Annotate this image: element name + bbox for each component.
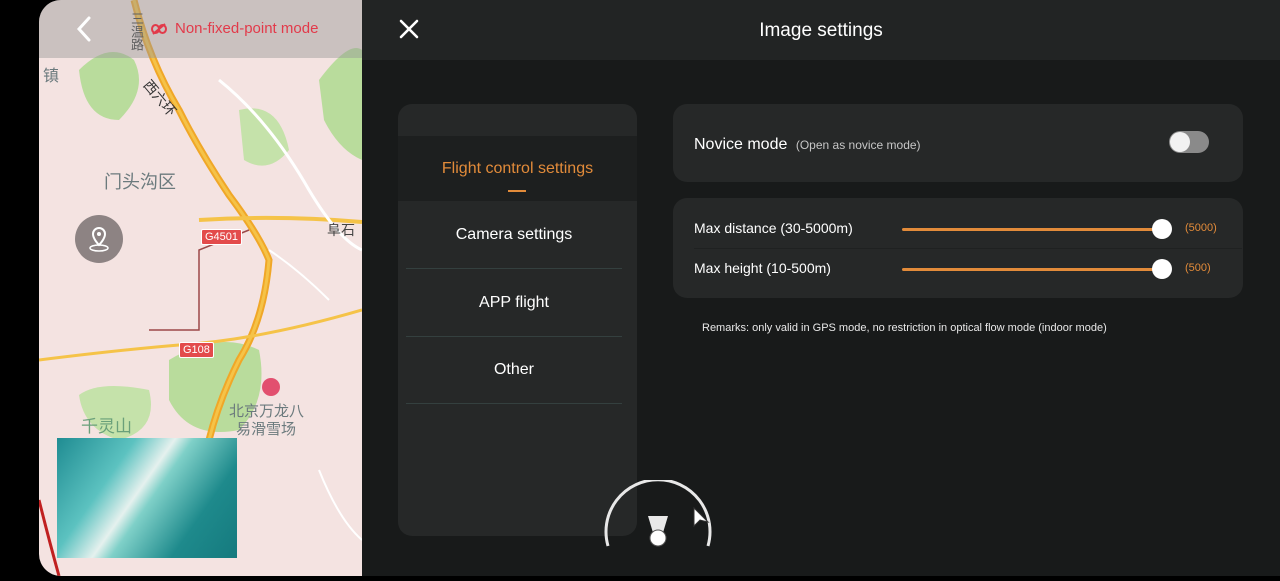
road-badge: G4501 [201,229,243,245]
map-label: 门头沟区 [104,172,176,192]
remark-text: Remarks: only valid in GPS mode, no rest… [702,322,1107,334]
max-distance-slider-handle[interactable] [1152,219,1172,239]
mode-indicator[interactable]: Non-fixed-point mode [151,20,318,37]
max-distance-value: (5000) [1185,222,1217,234]
page-title: Image settings [759,20,883,41]
limits-card: Max distance (30-5000m) (5000) Max heigh… [673,198,1243,298]
novice-mode-toggle[interactable] [1169,131,1209,153]
max-height-slider-handle[interactable] [1152,259,1172,279]
floating-joystick[interactable] [604,478,712,576]
max-height-slider[interactable] [902,268,1162,271]
locate-button[interactable] [75,215,123,263]
map-label: 易滑雪场 [236,421,297,438]
map-view[interactable]: 镇 西六环 门头沟区 G4501 阜石 G108 北京万龙八 易滑雪场 千灵山 … [39,0,362,576]
settings-panel: Image settings Flight control settings C… [362,0,1280,576]
toggle-knob [1170,132,1190,152]
max-height-value: (500) [1185,262,1211,274]
novice-mode-title: Novice mode (Open as novice mode) [694,136,921,154]
max-height-label: Max height (10-500m) [694,260,831,276]
novice-mode-card: Novice mode (Open as novice mode) [673,104,1243,182]
settings-menu: Flight control settings Camera settings … [398,104,637,536]
max-height-row: Max height (10-500m) (500) [673,248,1243,288]
road-badge: G108 [179,342,214,358]
novice-mode-label: Novice mode [694,136,788,153]
menu-item-camera-settings[interactable]: Camera settings [406,202,622,269]
location-pin-icon [89,226,109,252]
map-label: 阜石 [327,222,355,238]
max-distance-slider[interactable] [902,228,1162,231]
joystick-icon [604,478,712,547]
max-distance-label: Max distance (30-5000m) [694,220,853,236]
back-button[interactable] [71,14,97,44]
menu-item-app-flight[interactable]: APP flight [406,270,622,337]
link-broken-icon [151,22,167,35]
camera-preview-thumbnail[interactable] [57,438,237,558]
map-label: 镇 [43,68,60,85]
poi-icon [262,378,280,396]
active-indicator [508,190,526,192]
max-distance-row: Max distance (30-5000m) (5000) [673,208,1243,248]
chevron-left-icon [76,16,91,42]
novice-mode-subtitle: (Open as novice mode) [795,138,921,152]
settings-header: Image settings [362,0,1280,60]
mode-label: Non-fixed-point mode [175,20,319,37]
map-label: 千灵山 [81,417,132,436]
menu-item-other[interactable]: Other [406,337,622,404]
